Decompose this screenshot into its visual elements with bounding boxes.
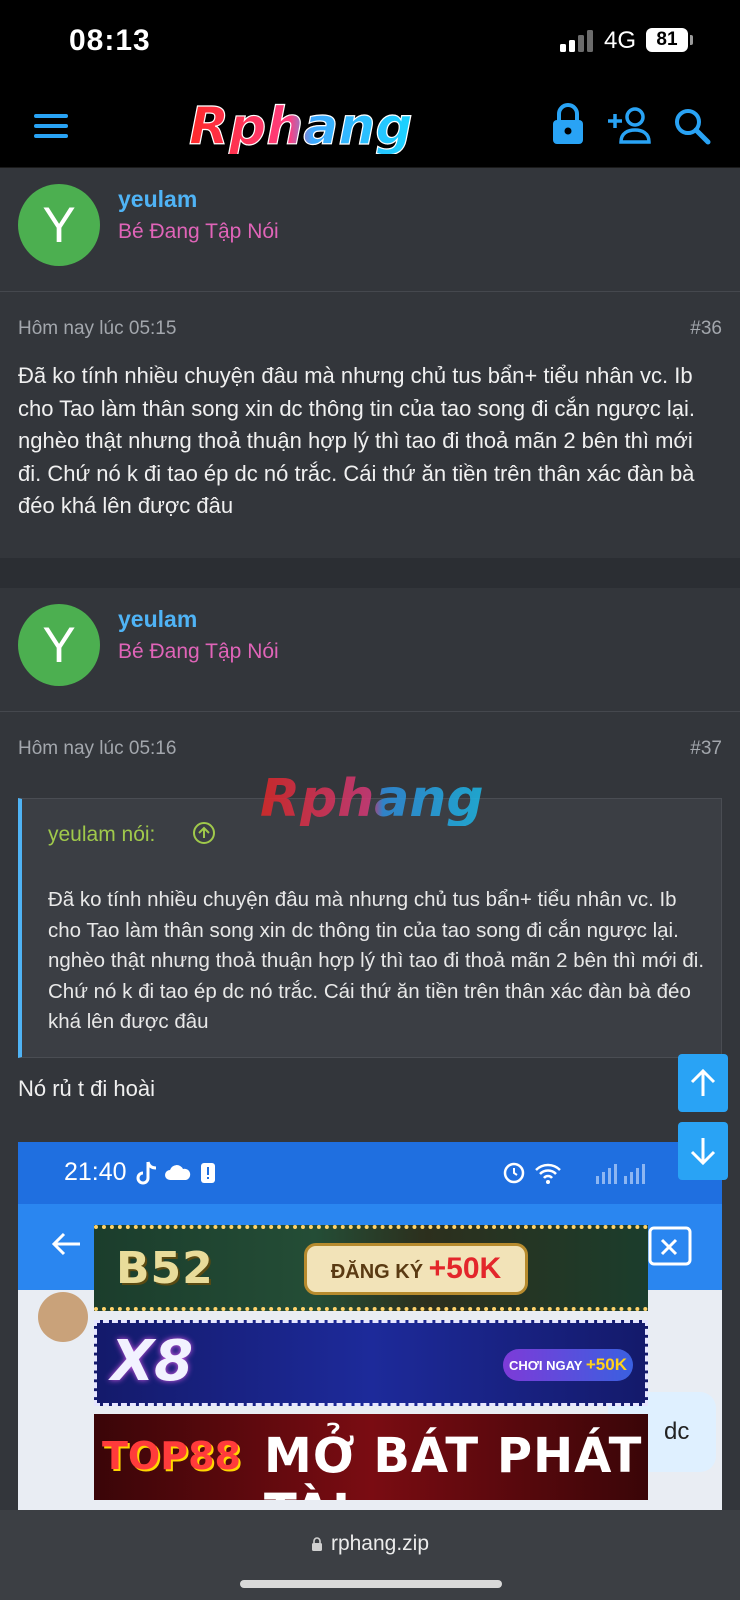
url-text: rphang.zip — [330, 1532, 430, 1555]
site-logo[interactable]: Rphang — [185, 100, 415, 154]
home-indicator[interactable] — [240, 1580, 502, 1588]
ad-banner-x8[interactable]: X8 CHƠI NGAY +50K — [94, 1320, 648, 1406]
cloud-icon — [165, 1165, 191, 1180]
wifi-icon — [535, 1163, 561, 1184]
battery-level: 81 — [646, 28, 688, 52]
status-bar: 08:13 4G 81 — [0, 0, 740, 84]
arrow-down-icon — [690, 1138, 716, 1166]
username-link[interactable]: yeulam — [118, 186, 197, 213]
avatar[interactable]: Y — [18, 184, 100, 266]
username-link[interactable]: yeulam — [118, 606, 197, 633]
ad-cta-amount: +50K — [428, 1252, 502, 1285]
alarm-icon — [503, 1162, 525, 1184]
ad-banner-b52[interactable]: B52 ĐĂNG KÝ +50K — [94, 1225, 648, 1311]
logo-text: Rphang — [189, 100, 413, 154]
back-arrow-icon — [51, 1232, 80, 1256]
ad-brand: B52 — [116, 1243, 214, 1294]
scroll-top-button[interactable] — [678, 1054, 728, 1112]
embedded-time: 21:40 — [64, 1158, 127, 1186]
address-bar[interactable]: rphang.zip — [0, 1532, 740, 1556]
post-user-bar: Y yeulam Bé Đang Tập Nói — [0, 168, 740, 292]
ad-banner-top88[interactable]: TOP88 MỞ BÁT PHÁT TÀI — [94, 1414, 648, 1500]
post-number[interactable]: #37 — [690, 738, 722, 760]
reply-text: Nó rủ t đi hoài — [18, 1076, 155, 1101]
app-header: Rphang — [0, 84, 740, 168]
watermark-logo: Rphang — [260, 770, 484, 826]
signal-bars-icon — [596, 1164, 645, 1184]
ad-cta-prefix: ĐĂNG KÝ — [330, 1261, 424, 1283]
network-type: 4G — [604, 27, 637, 54]
calendar-close-icon — [648, 1226, 692, 1266]
post-36: Y yeulam Bé Đang Tập Nói Hôm nay lúc 05:… — [0, 168, 740, 558]
user-title: Bé Đang Tập Nói — [118, 640, 279, 663]
avatar[interactable]: Y — [18, 604, 100, 686]
hamburger-menu-icon[interactable] — [32, 106, 72, 146]
ad-brand: TOP88 — [102, 1434, 241, 1478]
post-date[interactable]: Hôm nay lúc 05:15 — [18, 318, 176, 340]
browser-bottom-bar: rphang.zip — [0, 1510, 740, 1600]
add-user-icon[interactable] — [606, 104, 652, 146]
user-title: Bé Đang Tập Nói — [118, 220, 279, 243]
lock-icon[interactable] — [548, 102, 588, 146]
search-icon[interactable] — [672, 106, 712, 146]
post-user-bar: Y yeulam Bé Đang Tập Nói — [0, 588, 740, 712]
arrow-up-icon — [690, 1068, 716, 1096]
tiktok-icon — [136, 1161, 157, 1185]
alert-icon — [201, 1163, 215, 1183]
quote-block: yeulam nói: Đã ko tính nhiều chuyện đâu … — [18, 798, 722, 1058]
quote-author-link[interactable]: yeulam nói: — [48, 823, 155, 847]
status-time: 08:13 — [69, 24, 151, 57]
arrow-up-circle-icon[interactable] — [192, 821, 216, 845]
ad-cta-prefix: CHƠI NGAY — [509, 1358, 583, 1373]
ad-cta-amount: +50K — [585, 1355, 627, 1374]
post-number[interactable]: #36 — [690, 318, 722, 340]
cellular-signal-icon — [560, 30, 593, 52]
quote-body: Đã ko tính nhiều chuyện đâu mà nhưng chủ… — [48, 888, 705, 1033]
embedded-status-bar: 21:40 — [18, 1142, 722, 1204]
ad-cta-button[interactable]: ĐĂNG KÝ +50K — [304, 1243, 528, 1295]
padlock-icon — [311, 1537, 322, 1551]
post-body: Đã ko tính nhiều chuyện đâu mà nhưng chủ… — [18, 363, 695, 518]
ad-cta-button[interactable]: CHƠI NGAY +50K — [503, 1349, 633, 1381]
battery-cap-icon — [690, 35, 693, 45]
scroll-bottom-button[interactable] — [678, 1122, 728, 1180]
embedded-avatar — [38, 1292, 88, 1342]
ad-brand: X8 — [111, 1329, 194, 1394]
ad-slogan: MỞ BÁT PHÁT TÀI — [264, 1428, 643, 1500]
watermark-text: Rphang — [260, 770, 484, 826]
post-date[interactable]: Hôm nay lúc 05:16 — [18, 738, 176, 760]
